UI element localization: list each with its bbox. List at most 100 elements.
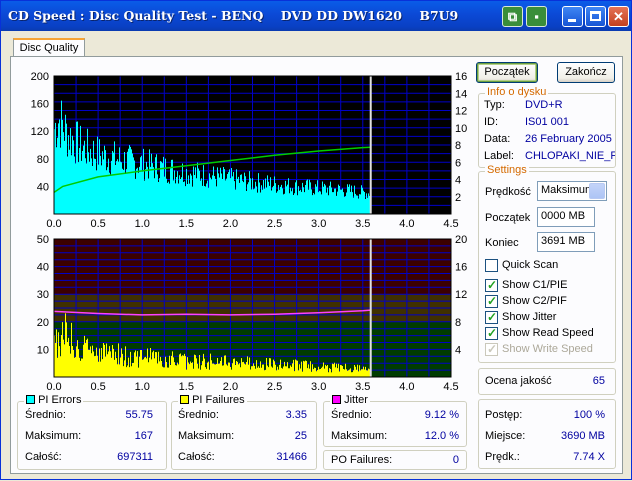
chart-x-tick-label: 0.5: [90, 218, 105, 230]
chart-x-tick-label: 2.5: [267, 218, 282, 230]
jitter-avg-value: 9.12 %: [424, 409, 459, 421]
chart-y-left-tick-label: 120: [31, 126, 49, 138]
chart-y-right-tick-label: 12: [455, 106, 467, 118]
chart-y-right-tick-label: 12: [455, 289, 467, 301]
chart-y-right-tick-label: 4: [455, 175, 461, 187]
show-c2-pif-checkbox[interactable]: ✓: [485, 294, 498, 308]
chart-pi-failures-jitter: 0.0 0.5 1.0 1.5 2.0 2.5 3.0 3.5 4.0 4.5 50 40 30 20 10…: [37, 234, 468, 393]
jitter-title: Jitter: [330, 394, 370, 406]
chart-x-tick-label: 3.5: [355, 381, 370, 393]
jitter-swatch: [332, 395, 341, 404]
pi-failures-avg-value: 3.35: [285, 409, 307, 421]
po-failures-label: PO Failures:: [331, 454, 393, 466]
quality-label: Ocena jakość: [485, 375, 552, 387]
pi-errors-max-value: 167: [134, 430, 153, 442]
end-position-label: Koniec: [485, 237, 519, 249]
pi-failures-total-value: 31466: [276, 451, 307, 463]
show-read-speed-checkbox[interactable]: ✓: [485, 326, 498, 340]
chart-y-left-tick-label: 40: [37, 262, 49, 274]
pi-failures-avg-label: Średnio:: [178, 409, 219, 421]
chart-x-tick-label: 1.0: [135, 381, 150, 393]
chart-y-right-tick-label: 14: [455, 88, 467, 100]
chart-x-tick-label: 2.0: [223, 381, 238, 393]
chart-x-tick-label: 1.0: [135, 218, 150, 230]
show-jitter-label[interactable]: Show Jitter: [502, 311, 556, 323]
chart-x-tick-label: 3.5: [355, 218, 370, 230]
chart-y-left-tick-label: 30: [37, 289, 49, 301]
pi-failures-swatch: [180, 395, 189, 404]
disc-id-value: IS01 001: [525, 116, 570, 128]
chart-y-right-tick-label: 8: [455, 140, 461, 152]
app-window: CD Speed : Disc Quality Test - BENQ DVD …: [0, 0, 632, 480]
position-value: 3690 MB: [560, 430, 605, 442]
end-position-input[interactable]: 3691 MB: [537, 232, 595, 252]
disc-label-label: Label:: [484, 150, 514, 162]
start-button[interactable]: Początek: [476, 62, 538, 83]
checkmark-icon: ✓: [486, 278, 498, 292]
speed-label: Prędkość: [485, 186, 531, 198]
progress-value: 100 %: [573, 409, 605, 421]
chart-x-tick-label: 3.0: [311, 218, 326, 230]
disc-date-value: 26 February 2005: [525, 133, 612, 145]
pi-errors-avg-value: 55.75: [125, 409, 153, 421]
show-write-speed-checkbox: ✓: [485, 342, 498, 356]
chart-x-tick-label: 2.5: [267, 381, 282, 393]
progress-label: Postęp:: [485, 409, 523, 421]
chart-x-tick-label: 1.5: [179, 218, 194, 230]
start-position-label: Początek: [485, 212, 531, 224]
finish-button[interactable]: Zakończ: [557, 62, 615, 83]
show-jitter-checkbox[interactable]: ✓: [485, 310, 498, 324]
chart-x-tick-label: 3.0: [311, 381, 326, 393]
pi-failures-max-label: Maksimum:: [178, 430, 235, 442]
checkmark-icon: ✓: [486, 342, 498, 356]
disc-label-value: CHLOPAKI_NIE_F: [525, 150, 615, 162]
chart-y-left-tick-label: 20: [37, 317, 49, 329]
chart-y-left-tick-label: 200: [31, 71, 49, 83]
jitter-max-label: Maksimum:: [331, 430, 388, 442]
chart-x-tick-label: 0.0: [46, 218, 61, 230]
chart-y-left-tick-label: 160: [31, 99, 49, 111]
position-label: Miejsce:: [485, 430, 526, 442]
disc-date-label: Data:: [484, 133, 511, 145]
pi-errors-total-value: 697311: [117, 451, 153, 463]
quality-value: 65: [592, 375, 605, 387]
chart-y-right-tick-label: 8: [455, 317, 461, 329]
chart-y-left-tick-label: 40: [37, 181, 49, 193]
chart-pi-errors: 0.0 0.5 1.0 1.5 2.0 2.5 3.0 3.5 4.0 4.5 200 160 120 8…: [31, 71, 468, 230]
disc-info-title: Info o dysku: [485, 86, 549, 98]
jitter-max-value: 12.0 %: [424, 430, 459, 442]
pi-errors-total-label: Całość:: [25, 451, 62, 463]
disc-id-label: ID:: [484, 116, 499, 128]
chart-y-left-tick-label: 80: [37, 154, 49, 166]
chart-y-right-tick-label: 20: [455, 234, 467, 246]
chart-x-tick-label: 4.5: [443, 218, 458, 230]
show-c1-pie-label[interactable]: Show C1/PIE: [502, 279, 567, 291]
pi-failures-total-label: Całość:: [178, 451, 215, 463]
speed-select-value: Maksimum: [541, 184, 595, 196]
chart-y-right-tick-label: 6: [455, 157, 461, 169]
chevron-down-icon[interactable]: [589, 183, 605, 199]
jitter-avg-label: Średnio:: [331, 409, 372, 421]
chart-x-tick-label: 2.0: [223, 218, 238, 230]
show-c1-pie-checkbox[interactable]: ✓: [485, 278, 498, 292]
disc-type-value: DVD+R: [525, 99, 563, 111]
chart-y-right-tick-label: 16: [455, 262, 467, 274]
chart-y-right-tick-label: 10: [455, 123, 467, 135]
chart-x-tick-label: 0.5: [90, 381, 105, 393]
show-read-speed-label[interactable]: Show Read Speed: [502, 327, 594, 339]
chart-y-right-tick-label: 4: [455, 344, 461, 356]
pi-failures-max-value: 25: [294, 430, 307, 442]
chart-x-tick-label: 4.0: [399, 218, 414, 230]
checkmark-icon: ✓: [486, 294, 498, 308]
show-c2-pif-label[interactable]: Show C2/PIF: [502, 295, 567, 307]
quick-scan-label[interactable]: Quick Scan: [502, 259, 558, 271]
chart-x-tick-label: 4.0: [399, 381, 414, 393]
start-position-input[interactable]: 0000 MB: [537, 207, 595, 227]
speed-current-value: 7.74 X: [573, 451, 605, 463]
chart-y-right-tick-label: 2: [455, 192, 461, 204]
quick-scan-checkbox[interactable]: [485, 259, 498, 272]
pi-errors-swatch: [26, 395, 35, 404]
checkmark-icon: ✓: [486, 310, 498, 324]
chart-x-tick-label: 4.5: [443, 381, 458, 393]
speed-select[interactable]: Maksimum: [537, 181, 607, 201]
